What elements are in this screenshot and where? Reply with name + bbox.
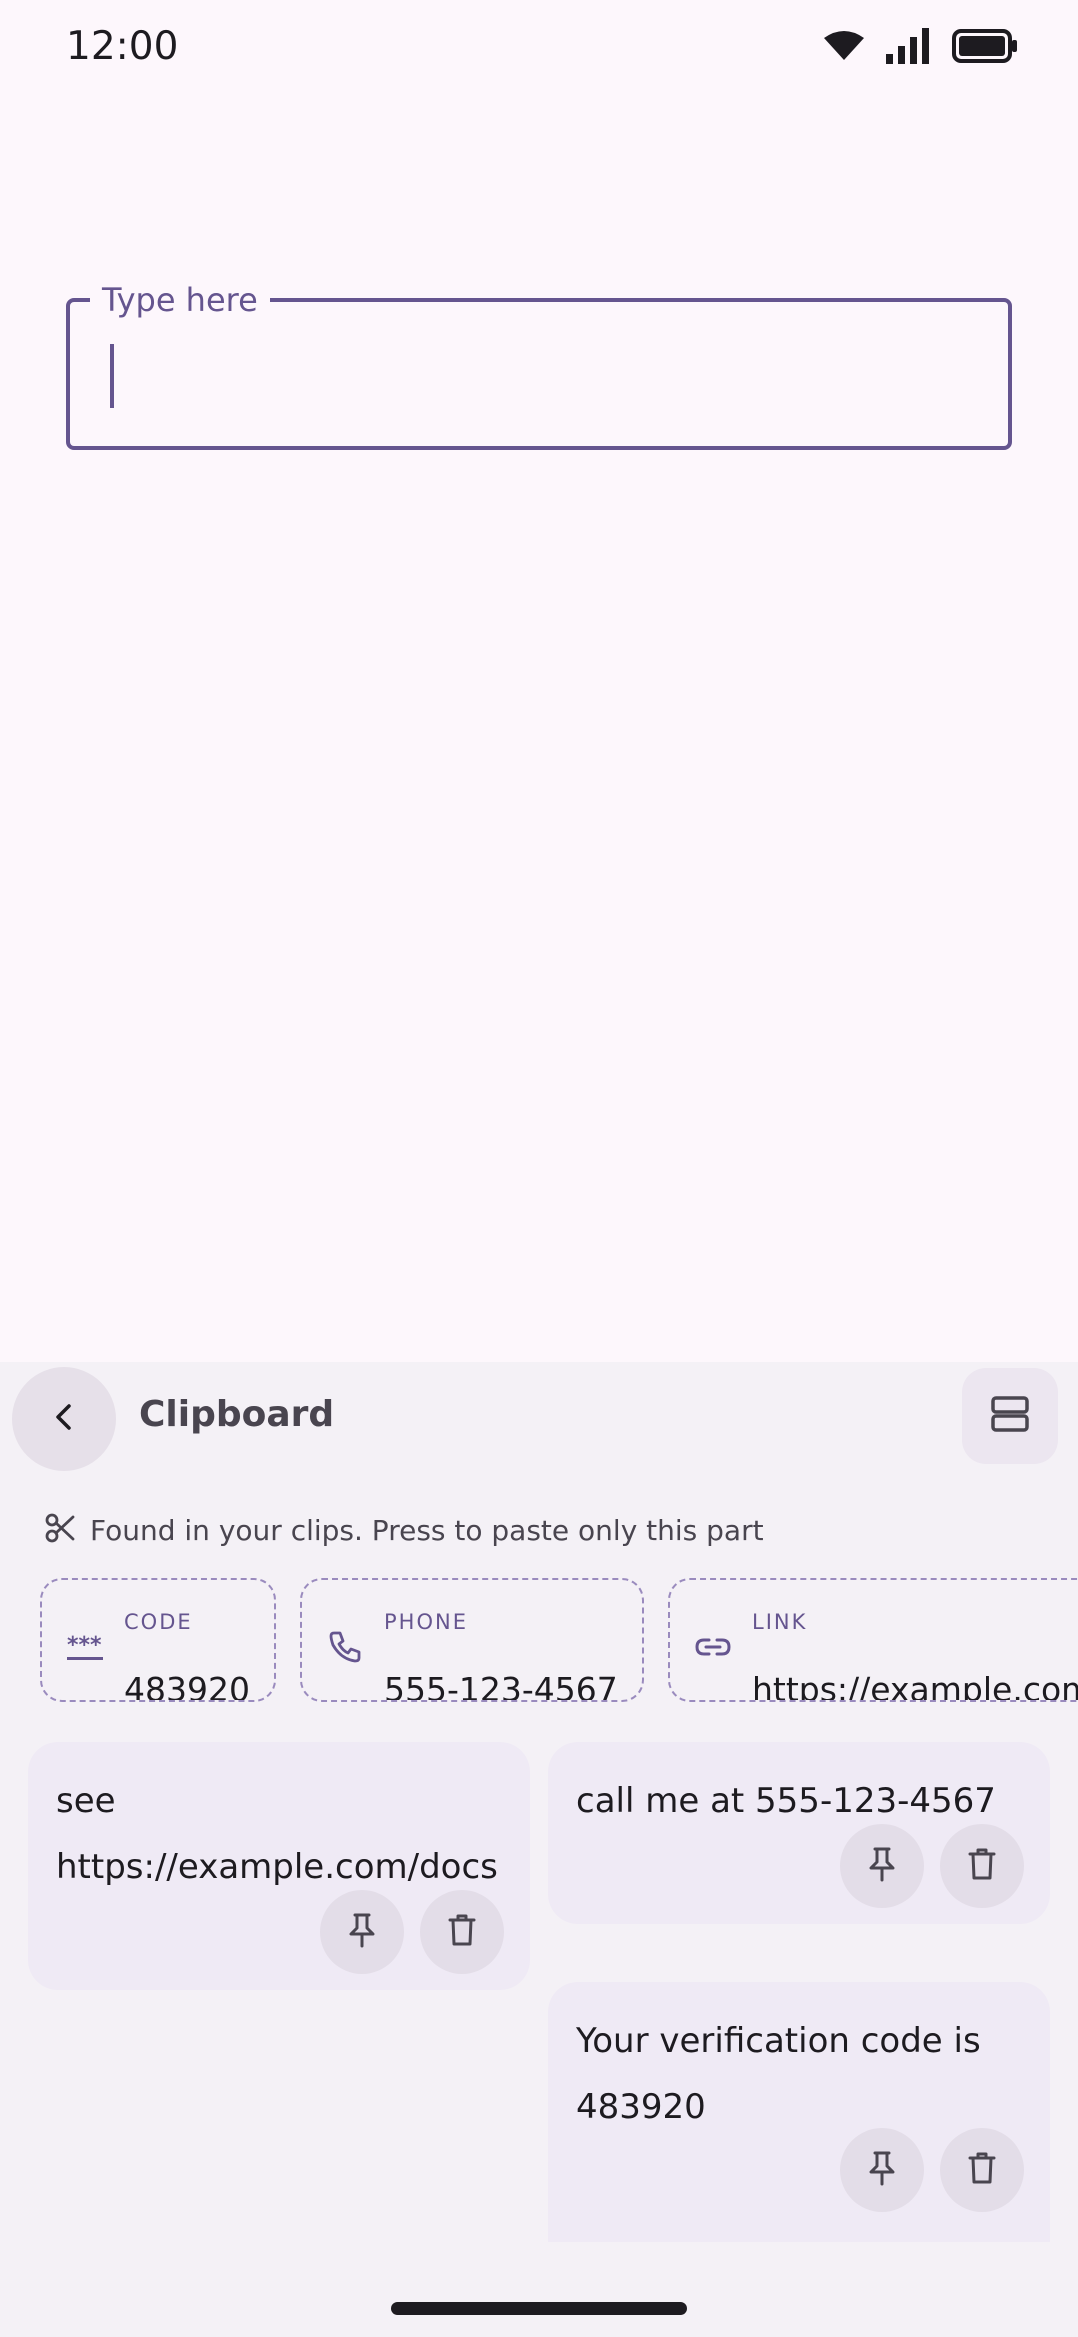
clipboard-panel: Clipboard Found in your clips. Press to … — [0, 1362, 1078, 2337]
delete-button[interactable] — [420, 1890, 504, 1974]
signal-icon — [886, 28, 930, 64]
clip-card[interactable]: Your verification code is 483920 — [548, 1982, 1050, 2242]
pin-button[interactable] — [840, 2128, 924, 2212]
scissors-icon — [44, 1512, 76, 1548]
svg-text:***: *** — [67, 1633, 102, 1658]
clip-text: see https://example.com/docs — [56, 1781, 498, 1887]
hint-text: Found in your clips. Press to paste only… — [90, 1513, 764, 1547]
trash-icon — [447, 1913, 477, 1951]
clip-card[interactable]: call me at 555-123-4567 — [548, 1742, 1050, 1924]
back-button[interactable] — [12, 1367, 116, 1471]
chip-phone[interactable]: PHONE 555-123-4567 — [300, 1578, 644, 1702]
type-here-input[interactable]: Type here — [66, 280, 1012, 450]
chip-type: CODE — [124, 1610, 193, 1634]
clip-text: call me at 555-123-4567 — [576, 1781, 996, 1821]
chip-value: 483920 — [124, 1670, 250, 1702]
chip-value: 555-123-4567 — [384, 1670, 618, 1702]
status-icons — [824, 28, 1018, 64]
home-indicator[interactable] — [391, 2302, 687, 2315]
layout-toggle-button[interactable] — [962, 1368, 1058, 1464]
pin-icon — [866, 2150, 898, 2190]
chip-type: LINK — [752, 1610, 808, 1634]
battery-icon — [952, 29, 1018, 63]
pin-icon — [346, 1912, 378, 1952]
wifi-icon — [824, 30, 864, 62]
chip-type: PHONE — [384, 1610, 468, 1634]
trash-icon — [967, 1847, 997, 1885]
clip-text: Your verification code is 483920 — [576, 2021, 981, 2127]
chip-value: https://example.com/docs — [752, 1670, 1078, 1702]
status-time: 12:00 — [66, 24, 179, 69]
trash-icon — [967, 2151, 997, 2189]
text-cursor — [110, 344, 114, 408]
status-bar: 12:00 — [0, 0, 1078, 96]
chevron-left-icon — [48, 1401, 80, 1437]
smart-suggestions-hint: Found in your clips. Press to paste only… — [44, 1512, 764, 1548]
input-label: Type here — [90, 280, 270, 320]
pin-button[interactable] — [320, 1890, 404, 1974]
chip-code[interactable]: *** CODE 483920 — [40, 1578, 276, 1702]
delete-button[interactable] — [940, 2128, 1024, 2212]
chip-link[interactable]: LINK https://example.com/docs — [668, 1578, 1078, 1702]
pin-icon — [866, 1846, 898, 1886]
password-icon: *** — [64, 1626, 106, 1668]
panel-title: Clipboard — [139, 1394, 335, 1435]
delete-button[interactable] — [940, 1824, 1024, 1908]
pin-button[interactable] — [840, 1824, 924, 1908]
clip-card[interactable]: see https://example.com/docs — [28, 1742, 530, 1990]
phone-icon — [324, 1626, 366, 1668]
smart-chips-row: *** CODE 483920 PHONE 555-123-4567 LINK … — [0, 1576, 1078, 1706]
link-icon — [692, 1626, 734, 1668]
view-agenda-icon — [990, 1394, 1030, 1438]
